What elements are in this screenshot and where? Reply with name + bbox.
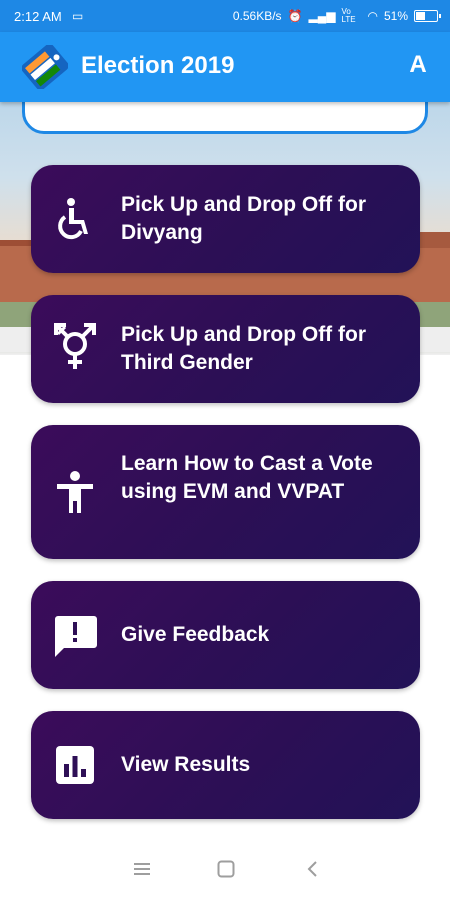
app-title: Election 2019: [81, 52, 235, 79]
bar-chart-icon: [51, 741, 99, 789]
transgender-icon: [51, 323, 99, 371]
alarm-icon: ⏰: [287, 9, 303, 23]
wifi-icon: ◠: [367, 9, 378, 23]
menu-item-feedback[interactable]: Give Feedback: [31, 581, 420, 689]
app-bar: Election 2019 A: [0, 32, 450, 102]
menu-item-label: Pick Up and Drop Off for Divyang: [121, 193, 367, 244]
menu-item-label: Pick Up and Drop Off for Third Gender: [121, 323, 367, 374]
menu-icon[interactable]: [127, 857, 157, 881]
network-speed: 0.56KB/s: [232, 9, 282, 23]
status-right: 0.56KB/s ⏰ ▂▄▆ Vo LTE ◠ 51%: [232, 7, 441, 24]
menu-item-label: Give Feedback: [121, 623, 270, 646]
system-nav-bar: [0, 835, 450, 900]
status-bar: 2:12 AM ▭ 0.56KB/s ⏰ ▂▄▆ Vo LTE ◠ 51%: [0, 0, 450, 32]
battery-percent: 51%: [383, 9, 408, 23]
menu-item-label: Learn How to Cast a Vote using EVM and V…: [121, 452, 373, 503]
election-logo-icon: [22, 45, 68, 89]
menu-item-label: View Results: [121, 753, 251, 776]
menu-item-learn-vote[interactable]: Learn How to Cast a Vote using EVM and V…: [31, 425, 420, 559]
volte-label: Vo LTE: [341, 7, 356, 24]
banner-card: [22, 102, 428, 134]
menu-item-divyang[interactable]: Pick Up and Drop Off for Divyang: [31, 165, 420, 273]
menu-item-results[interactable]: View Results: [31, 711, 420, 819]
back-icon[interactable]: [297, 857, 327, 881]
screenshot-icon: ▭: [72, 9, 84, 23]
person-icon: [51, 468, 99, 516]
menu-item-third-gender[interactable]: Pick Up and Drop Off for Third Gender: [31, 295, 420, 403]
status-time: 2:12 AM: [14, 9, 62, 24]
wheelchair-icon: [51, 195, 99, 243]
home-icon[interactable]: [211, 857, 241, 881]
battery-icon: [414, 10, 441, 22]
signal-icon: ▂▄▆: [308, 9, 336, 23]
feedback-icon: [51, 611, 99, 659]
account-avatar[interactable]: A: [404, 50, 432, 80]
